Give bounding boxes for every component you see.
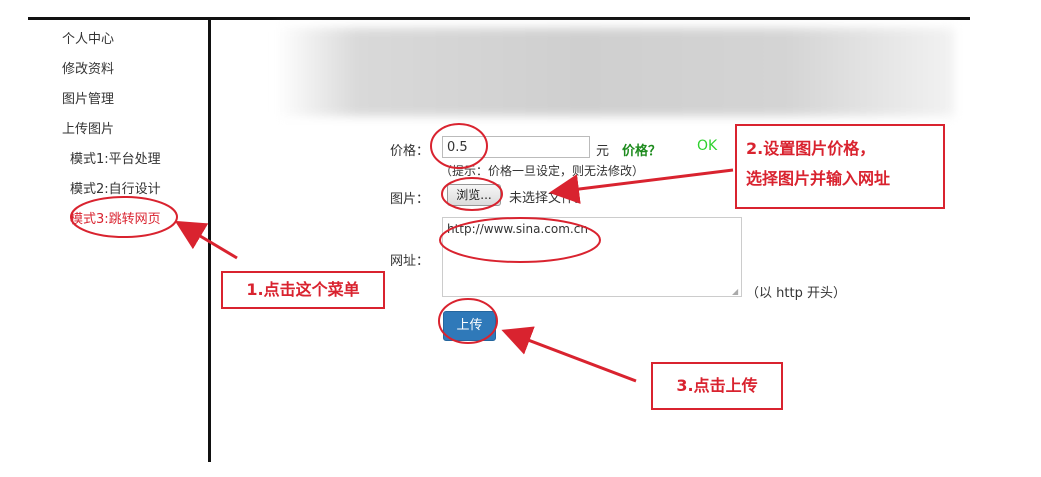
top-divider <box>28 17 970 20</box>
price-ok-status: OK <box>697 138 718 154</box>
arrow-step3 <box>501 326 637 383</box>
price-unit: 元 <box>596 144 610 159</box>
callout-step2-line2: 选择图片并输入网址 <box>746 169 891 188</box>
upload-button[interactable]: 上传 <box>443 311 496 341</box>
price-help-link[interactable]: 价格？ <box>622 140 661 159</box>
sidebar-item-edit-profile[interactable]: 修改资料 <box>62 58 114 77</box>
no-file-selected: 未选择文件。 <box>509 191 588 206</box>
callout-step2-line1: 2.设置图片价格， <box>746 139 876 158</box>
callout-step2: 2.设置图片价格， 选择图片并输入网址 <box>735 124 945 209</box>
resize-handle-icon[interactable]: ◢ <box>732 287 738 296</box>
sidebar-item-image-management[interactable]: 图片管理 <box>62 88 114 107</box>
sidebar-item-mode3[interactable]: 模式3:跳转网页 <box>70 208 161 227</box>
price-input[interactable] <box>442 136 590 158</box>
callout-step1: 1.点击这个菜单 <box>221 271 385 309</box>
sidebar-item-upload-image[interactable]: 上传图片 <box>62 118 114 137</box>
blurred-banner <box>276 28 954 116</box>
url-hint: （以 http 开头） <box>746 286 846 301</box>
price-hint: （提示：价格一旦设定，则无法修改） <box>440 164 645 178</box>
sidebar-item-mode2[interactable]: 模式2:自行设计 <box>70 178 161 197</box>
sidebar-item-personal-center[interactable]: 个人中心 <box>62 28 114 47</box>
price-label: 价格： <box>390 144 430 159</box>
url-label: 网址： <box>390 254 430 269</box>
url-textarea[interactable]: http://www.sina.com.cn <box>442 217 742 297</box>
sidebar-item-mode1[interactable]: 模式1:平台处理 <box>70 148 161 167</box>
sidebar-divider <box>208 18 211 462</box>
browse-button[interactable]: 浏览... <box>447 184 501 206</box>
image-label: 图片： <box>390 192 430 207</box>
callout-step3: 3.点击上传 <box>651 362 783 410</box>
